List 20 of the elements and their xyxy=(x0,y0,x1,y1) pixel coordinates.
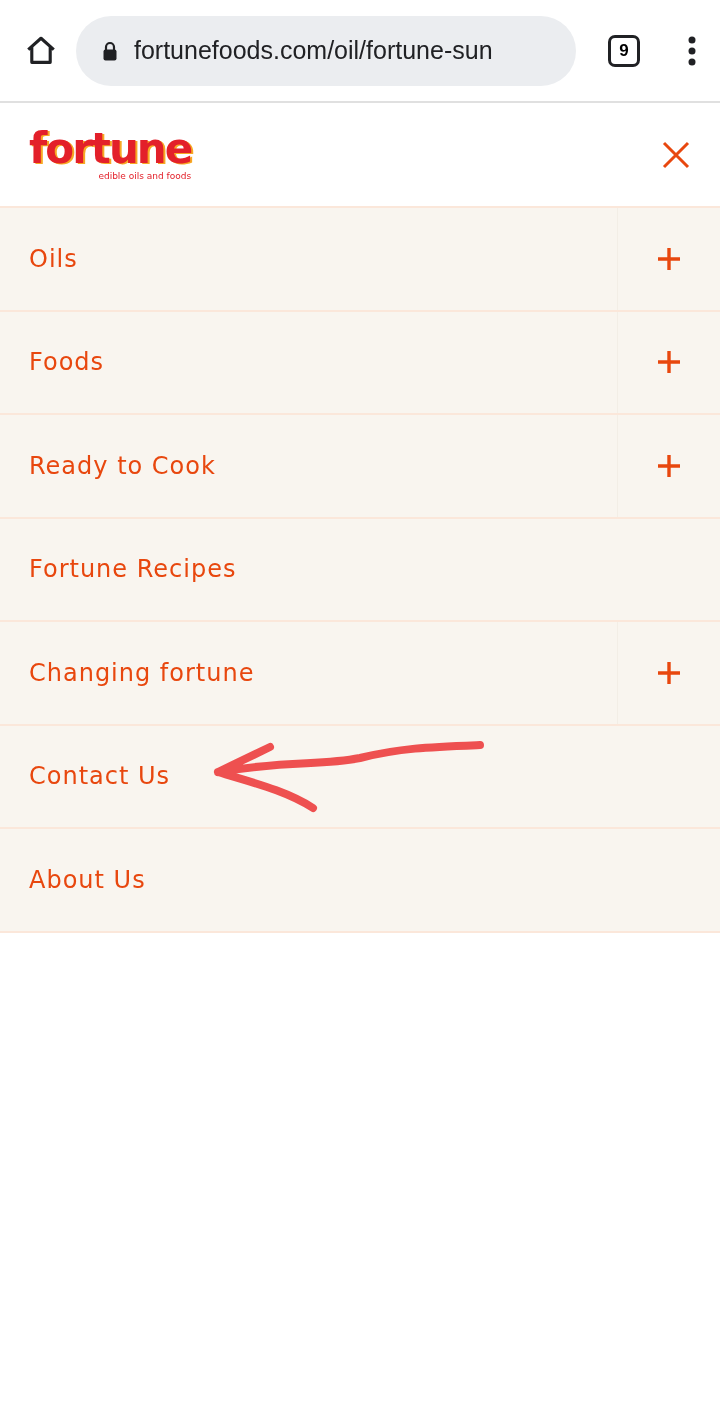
menu-item[interactable]: Contact Us xyxy=(0,725,720,829)
lock-icon xyxy=(102,40,118,61)
plus-icon xyxy=(658,661,680,684)
menu-item[interactable]: Oils xyxy=(0,208,720,312)
tab-count-button[interactable]: 9 xyxy=(608,34,640,67)
menu-item[interactable]: About Us xyxy=(0,829,720,933)
menu-item[interactable]: Foods xyxy=(0,311,720,415)
menu-icon[interactable] xyxy=(688,35,696,66)
address-bar[interactable]: fortunefoods.com/oil/fortune-sun xyxy=(76,15,576,86)
plus-icon xyxy=(658,454,680,477)
menu-item[interactable]: Changing fortune xyxy=(0,622,720,726)
plus-icon xyxy=(658,351,680,374)
logo-tagline: edible oils and foods xyxy=(98,172,192,181)
logo[interactable]: fortune edible oils and foods xyxy=(29,128,192,181)
logo-wordmark: fortune xyxy=(29,128,192,170)
url-text: fortunefoods.com/oil/fortune-sun xyxy=(134,36,493,65)
plus-icon xyxy=(658,247,680,270)
close-icon[interactable] xyxy=(662,140,690,169)
menu-item[interactable]: Fortune Recipes xyxy=(0,518,720,622)
menu-item[interactable]: Ready to Cook xyxy=(0,415,720,519)
